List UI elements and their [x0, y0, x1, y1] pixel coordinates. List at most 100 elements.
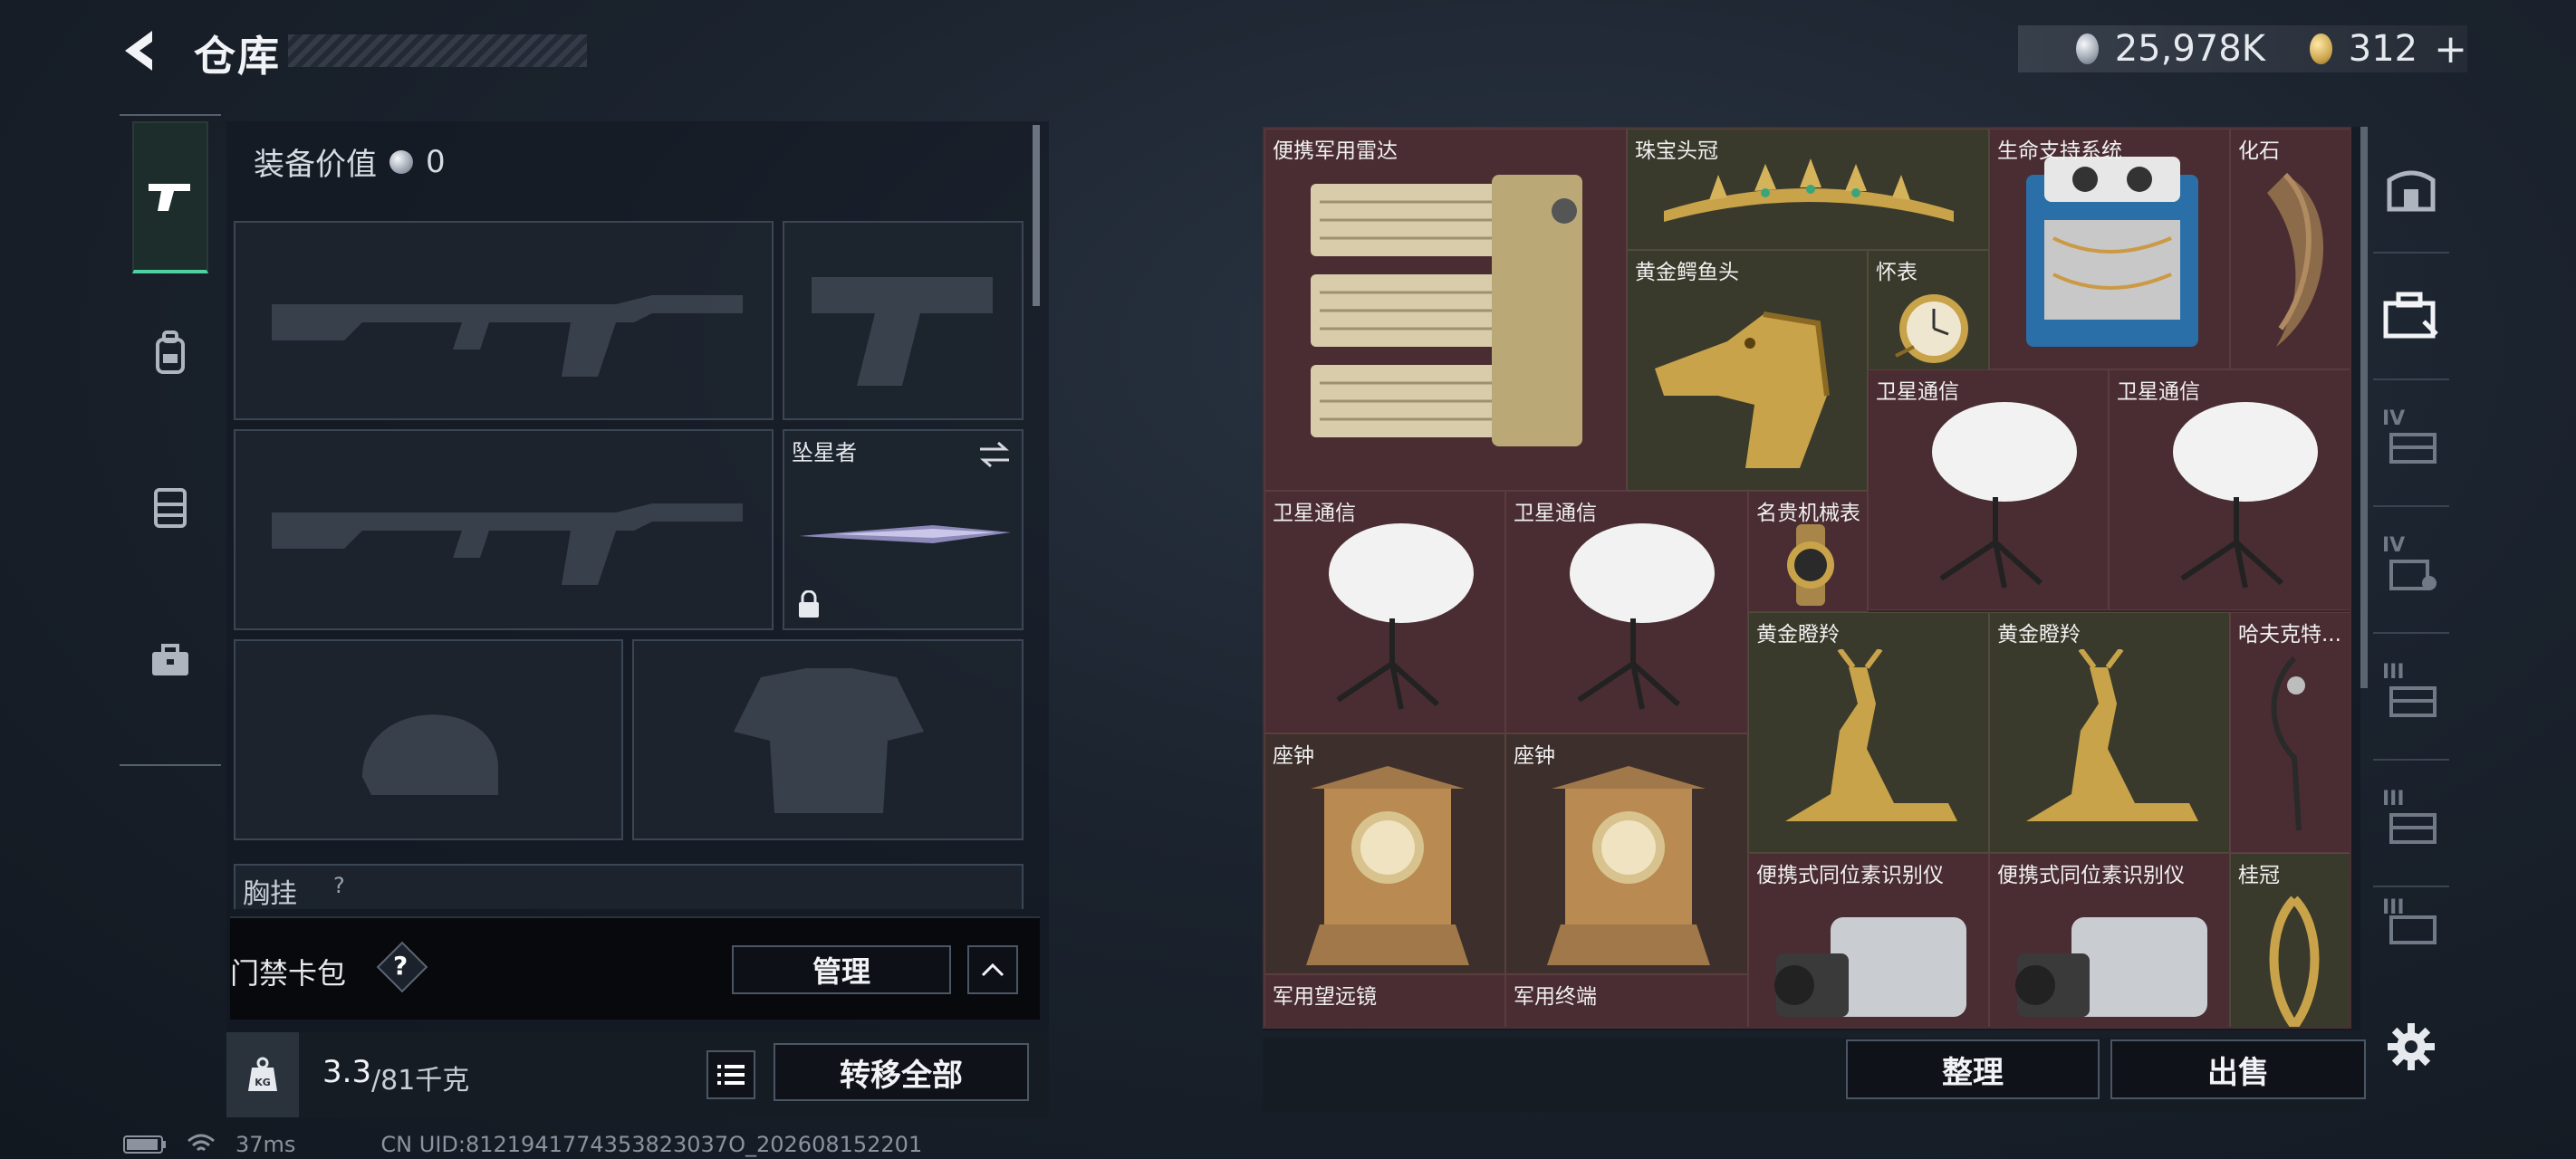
silver-coin-icon — [389, 149, 413, 174]
settings-button[interactable] — [2386, 1021, 2437, 1072]
helmet-silhouette-icon — [362, 714, 498, 795]
item-name: 桂冠 — [2238, 864, 2280, 887]
currency-bar: 25,978K 312 + — [2018, 25, 2467, 72]
item-fossil[interactable]: 化石 — [2230, 129, 2350, 369]
item-name: 卫星通信 — [1514, 502, 1597, 525]
back-arrow-icon — [125, 31, 152, 71]
satellite-dish-icon — [2173, 402, 2318, 589]
item-luxury-watch[interactable]: 名贵机械表 — [1748, 491, 1868, 612]
item-gold-croc-head[interactable]: 黄金鳄鱼头 — [1627, 250, 1868, 491]
melee-slot[interactable]: 坠星者 — [783, 429, 1024, 630]
radar-icon — [1311, 175, 1582, 446]
claw-fossil-icon — [2267, 172, 2324, 347]
item-table-clock-1[interactable]: 座钟 — [1264, 733, 1505, 974]
pistol-silhouette-icon — [812, 277, 993, 386]
pistol-icon — [149, 184, 190, 211]
side-tab-case[interactable] — [2373, 254, 2449, 380]
side-tab-safe-box[interactable] — [2373, 127, 2449, 254]
chest-rig-label: 胸挂 — [243, 878, 297, 910]
primary-weapon-slot-2[interactable] — [234, 429, 774, 630]
category-weapons[interactable] — [132, 121, 208, 273]
item-isotope-identifier-1[interactable]: 便携式同位素识别仪 — [1748, 853, 1989, 1027]
item-life-support[interactable]: 生命支持系统 — [1989, 129, 2230, 369]
item-gold-gazelle-1[interactable]: 黄金瞪羚 — [1748, 612, 1989, 853]
backpack-icon — [156, 330, 185, 374]
weight-bar: KG 3.3 /81千克 转移全部 — [226, 1032, 1049, 1117]
expand-button[interactable] — [967, 945, 1018, 994]
item-military-binoculars[interactable]: 军用望远镜 — [1264, 974, 1505, 1027]
item-gold-gazelle-2[interactable]: 黄金瞪羚 — [1989, 612, 2230, 853]
sell-button[interactable]: 出售 — [2110, 1039, 2366, 1099]
category-backpack[interactable] — [132, 277, 208, 429]
armor-slot[interactable] — [632, 639, 1024, 840]
equipment-scrollbar[interactable] — [1033, 125, 1040, 306]
weight-icon-box: KG — [226, 1032, 299, 1117]
item-laurel-crown[interactable]: 桂冠 — [2230, 853, 2350, 1027]
category-vest[interactable] — [132, 431, 208, 583]
item-name: 黄金瞪羚 — [1756, 623, 1840, 647]
side-tab-storage-iii-3[interactable]: III — [2373, 887, 2449, 969]
isotope-scanner-icon — [2015, 917, 2207, 1017]
gold-amount: 312 — [2348, 28, 2418, 70]
primary-weapon-slot-1[interactable] — [234, 221, 774, 420]
table-clock-icon — [1306, 766, 1469, 965]
side-tab-storage-iv[interactable]: IV — [2373, 380, 2449, 507]
category-strip — [120, 114, 221, 766]
chest-rig-hint: ? — [333, 873, 345, 898]
isotope-scanner-icon — [1774, 917, 1966, 1017]
keycard-label: 门禁卡包 — [230, 956, 347, 991]
armor-silhouette-icon — [734, 668, 924, 813]
tab-roman: IV — [2382, 534, 2406, 557]
item-name: 便携军用雷达 — [1273, 139, 1398, 163]
item-name: 军用望远镜 — [1273, 985, 1377, 1009]
item-isotope-identifier-2[interactable]: 便携式同位素识别仪 — [1989, 853, 2230, 1027]
pistol-slot[interactable] — [783, 221, 1024, 420]
sort-button[interactable]: 整理 — [1846, 1039, 2100, 1099]
add-gold-button[interactable]: + — [2434, 26, 2467, 72]
helmet-slot[interactable] — [234, 639, 623, 840]
item-satcom-1[interactable]: 卫星通信 — [1868, 369, 2109, 610]
side-tab-storage-iv-locked[interactable]: IV — [2373, 507, 2449, 634]
tab-roman: III — [2382, 788, 2405, 810]
item-satcom-2[interactable]: 卫星通信 — [2109, 369, 2350, 610]
pocket-watch-icon — [1895, 294, 1968, 363]
item-name: 座钟 — [1273, 744, 1314, 768]
weight-current: 3.3 — [322, 1054, 372, 1090]
item-pocket-watch[interactable]: 怀表 — [1868, 250, 1989, 371]
swap-icon[interactable] — [976, 440, 1013, 469]
kg-weight-icon: KG — [248, 1057, 277, 1091]
satellite-dish-icon — [1932, 402, 2077, 589]
item-satcom-4[interactable]: 卫星通信 — [1505, 491, 1748, 733]
item-table-clock-2[interactable]: 座钟 — [1505, 733, 1748, 974]
item-portable-radar[interactable]: 便携军用雷达 — [1264, 129, 1627, 491]
side-tab-storage-iii-2[interactable]: III — [2373, 761, 2449, 887]
item-name: 卫星通信 — [2117, 380, 2200, 404]
item-military-terminal[interactable]: 军用终端 — [1505, 974, 1748, 1027]
item-name: 便携式同位素识别仪 — [1997, 864, 2185, 887]
tab-roman: III — [2382, 661, 2405, 684]
melee-name: 坠星者 — [792, 440, 857, 465]
equipment-value-amount: 0 — [426, 143, 446, 180]
equipment-value-label: 装备价值 — [254, 147, 377, 183]
title-decoration — [288, 34, 587, 67]
weight-max: /81千克 — [371, 1065, 470, 1097]
item-satcom-3[interactable]: 卫星通信 — [1264, 491, 1505, 733]
item-name: 卫星通信 — [1876, 380, 1959, 404]
side-tab-storage-iii-1[interactable]: III — [2373, 634, 2449, 761]
inventory-actions: 整理 出售 — [1263, 1038, 2366, 1112]
chest-rig-slot[interactable]: 胸挂 ? — [234, 864, 1024, 910]
category-toolbox[interactable] — [132, 585, 208, 737]
chevron-up-icon — [981, 963, 1004, 977]
list-view-button[interactable] — [706, 1050, 755, 1099]
lock-icon — [799, 590, 819, 618]
item-jewel-crown[interactable]: 珠宝头冠 — [1627, 129, 1989, 250]
silver-amount: 25,978K — [2114, 28, 2265, 70]
item-name: 生命支持系统 — [1997, 139, 2122, 163]
back-button[interactable] — [116, 25, 167, 76]
tab-roman: IV — [2382, 407, 2406, 430]
manage-button[interactable]: 管理 — [732, 945, 951, 994]
item-haavk-special[interactable]: 哈夫克特... — [2230, 612, 2350, 853]
life-support-icon — [2026, 157, 2198, 347]
transfer-all-button[interactable]: 转移全部 — [774, 1043, 1029, 1101]
inventory-scrollbar[interactable] — [2360, 127, 2368, 688]
